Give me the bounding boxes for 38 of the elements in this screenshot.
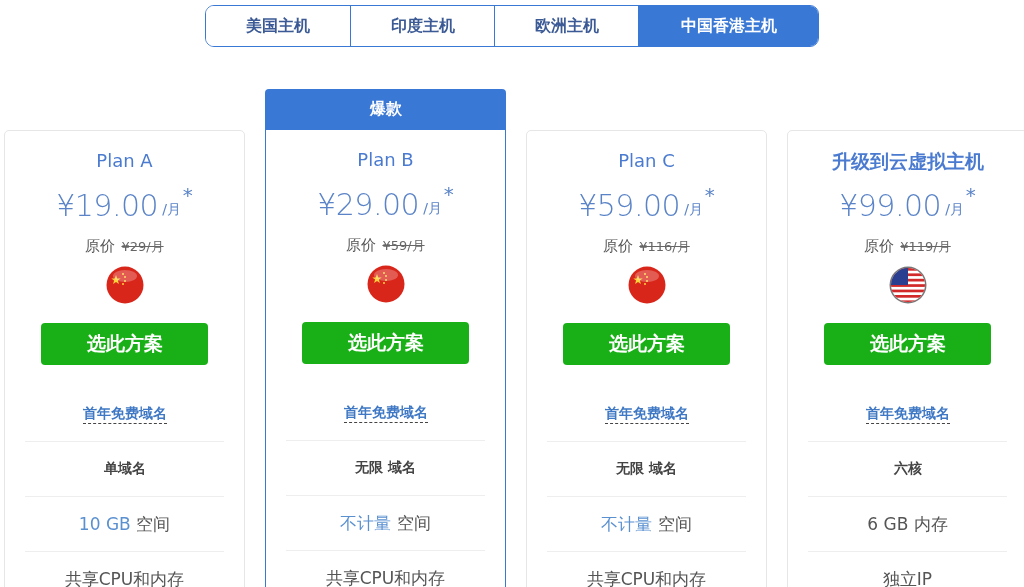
original-price: ¥119/月 xyxy=(900,237,951,256)
feature-text: 6 GB 内存 xyxy=(867,512,948,536)
select-plan-button[interactable]: 选此方案 xyxy=(302,322,469,364)
original-price-label: 原价 xyxy=(85,237,116,256)
select-plan-button[interactable]: 选此方案 xyxy=(824,323,991,365)
select-plan-button[interactable]: 选此方案 xyxy=(41,323,208,365)
feature-text: 单域名 xyxy=(103,460,146,478)
plan-title: 升级到云虚拟主机 xyxy=(831,149,984,174)
feature-text: 六核 xyxy=(893,460,922,478)
feature-text: 10 GB 空间 xyxy=(78,512,171,536)
feature-text: 独立IP xyxy=(882,567,933,587)
feature-text: 共享CPU和内存 xyxy=(586,567,707,587)
plan-title: Plan C xyxy=(618,149,675,173)
hosting-tab[interactable]: 中国香港主机 xyxy=(638,6,818,46)
feature-text: 共享CPU和内存 xyxy=(325,566,446,587)
feature-text: 无限 域名 xyxy=(355,459,416,477)
free-domain-link[interactable]: 首年免费域名 xyxy=(82,405,167,424)
china-flag-icon xyxy=(366,265,405,303)
feature-text: 共享CPU和内存 xyxy=(64,567,185,587)
plan-title: Plan B xyxy=(357,148,414,172)
feature-text: 不计量 空间 xyxy=(340,511,431,535)
popular-badge: 爆款 xyxy=(265,89,506,130)
china-flag-icon xyxy=(627,266,666,304)
free-domain-link[interactable]: 首年免费域名 xyxy=(604,405,689,424)
feature-text: 无限 域名 xyxy=(616,460,677,478)
original-price: ¥29/月 xyxy=(121,237,164,256)
original-price: ¥116/月 xyxy=(639,237,690,256)
free-domain-link[interactable]: 首年免费域名 xyxy=(865,405,950,424)
original-price-label: 原价 xyxy=(864,237,895,256)
original-price-label: 原价 xyxy=(346,236,377,255)
original-price: ¥59/月 xyxy=(382,236,425,255)
usa-flag-icon xyxy=(888,266,927,304)
feature-text: 不计量 空间 xyxy=(601,512,692,536)
china-flag-icon xyxy=(105,266,144,304)
original-price-label: 原价 xyxy=(603,237,634,256)
select-plan-button[interactable]: 选此方案 xyxy=(563,323,730,365)
free-domain-link[interactable]: 首年免费域名 xyxy=(343,404,428,423)
plan-title: Plan A xyxy=(96,149,153,173)
